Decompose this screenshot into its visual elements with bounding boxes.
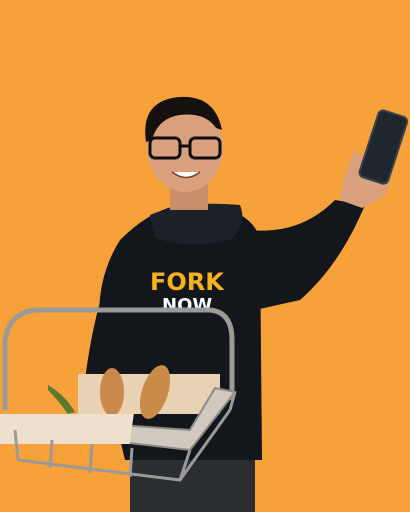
bread-1 bbox=[100, 368, 124, 416]
scene: FORK NOW bbox=[0, 0, 410, 512]
logo-now: NOW bbox=[162, 295, 212, 316]
logo-fork: FORK bbox=[150, 268, 225, 296]
tray-lid bbox=[0, 414, 134, 444]
